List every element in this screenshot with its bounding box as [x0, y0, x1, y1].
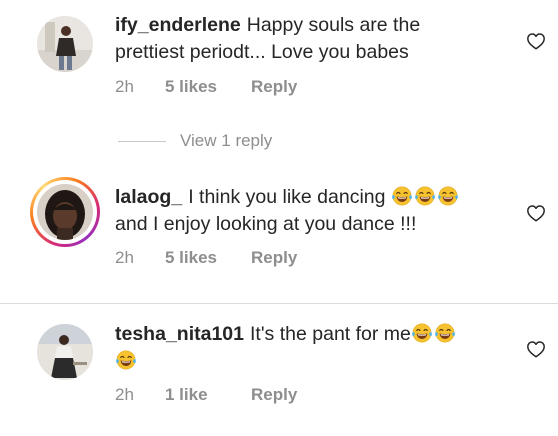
face-with-tears-of-joy-icon: [434, 322, 456, 344]
avatar-photo: [37, 184, 93, 240]
avatar[interactable]: [37, 16, 93, 72]
comment-text: tesha_nita101 It's the pant for me: [115, 321, 510, 375]
comment-username[interactable]: ify_enderlene: [115, 14, 241, 36]
reply-button[interactable]: Reply: [251, 77, 297, 97]
likes-count[interactable]: 5 likes: [165, 77, 251, 97]
comment-time: 2h: [115, 385, 134, 404]
likes-count[interactable]: 5 likes: [165, 248, 251, 268]
comment-body-line-1: Happy souls are the: [246, 14, 421, 36]
heart-outline-icon[interactable]: [526, 204, 546, 222]
comment-text: lalaog_ I think you like dancing and I en…: [115, 184, 510, 238]
view-replies-button[interactable]: View 1 reply: [118, 131, 272, 151]
comment-meta: 2h 1 like Reply: [115, 385, 297, 405]
heart-outline-icon[interactable]: [526, 340, 546, 358]
comment-text: ify_enderlene Happy souls are the prettie…: [115, 12, 510, 66]
comment-meta: 2h 5 likes Reply: [115, 248, 297, 268]
face-with-tears-of-joy-icon: [437, 185, 459, 207]
face-with-tears-of-joy-icon: [411, 322, 433, 344]
avatar-with-story-ring[interactable]: [30, 177, 100, 247]
heart-outline-icon[interactable]: [526, 32, 546, 50]
face-with-tears-of-joy-icon: [414, 185, 436, 207]
likes-count[interactable]: 1 like: [165, 385, 251, 405]
replies-divider-line: [118, 140, 166, 142]
comment-time: 2h: [115, 248, 134, 267]
comment-username[interactable]: lalaog_: [115, 186, 182, 208]
avatar[interactable]: [37, 324, 93, 380]
comment-body-line-2: and I enjoy looking at you dance !!!: [115, 213, 417, 235]
reply-button[interactable]: Reply: [251, 385, 297, 405]
avatar-photo: [37, 16, 93, 72]
face-with-tears-of-joy-icon: [115, 349, 137, 371]
comment-body-line-1: I think you like dancing: [188, 186, 386, 208]
view-replies-label: View 1 reply: [180, 131, 273, 150]
reply-button[interactable]: Reply: [251, 248, 297, 268]
comment-divider: [0, 303, 558, 304]
face-with-tears-of-joy-icon: [391, 185, 413, 207]
comment-body-line-1: It's the pant for me: [250, 323, 411, 345]
comment-time: 2h: [115, 77, 134, 96]
comment-username[interactable]: tesha_nita101: [115, 323, 244, 345]
comment-body-line-2: prettiest periodt... Love you babes: [115, 41, 409, 63]
comment-meta: 2h 5 likes Reply: [115, 77, 297, 97]
avatar-photo: [37, 324, 93, 380]
